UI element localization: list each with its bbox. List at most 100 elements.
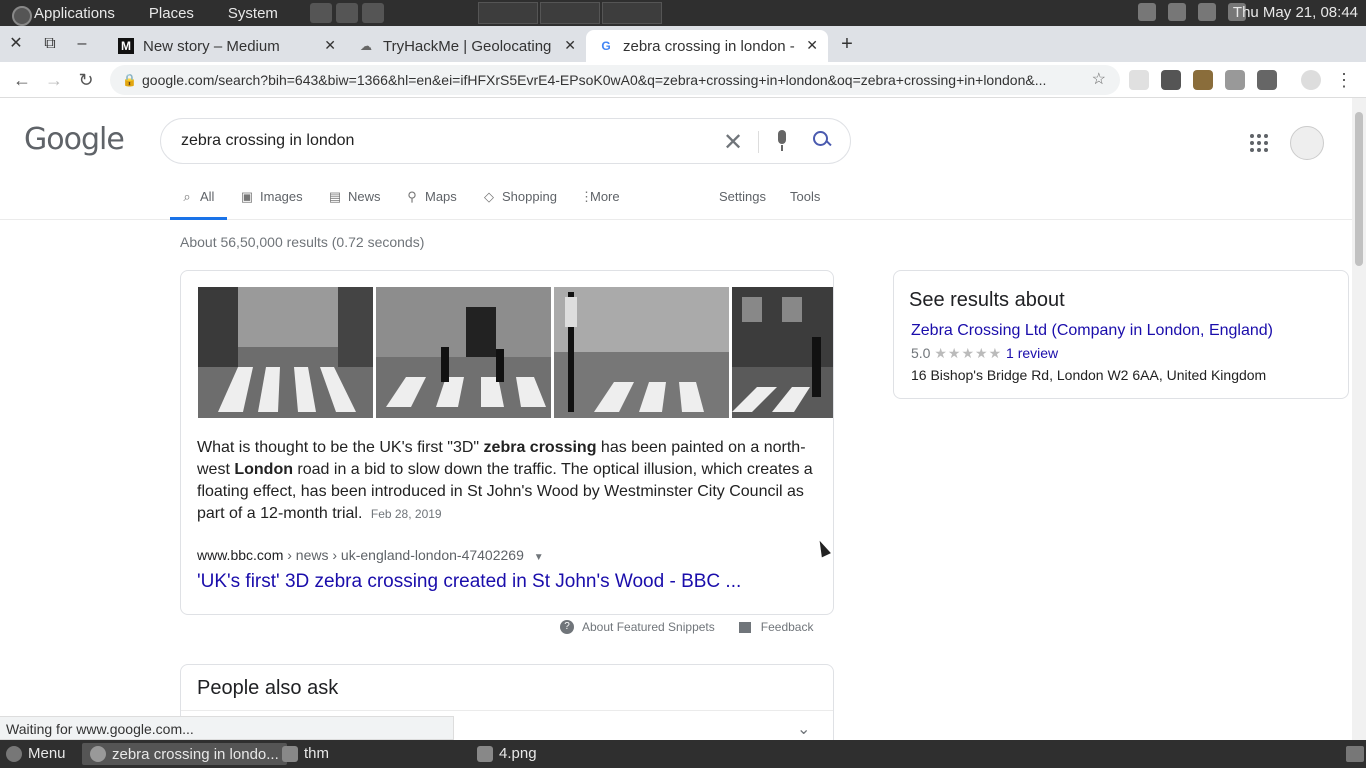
tab-label: Maps (425, 189, 457, 204)
volume-icon[interactable] (1168, 3, 1186, 21)
lock-icon[interactable]: 🔒 (122, 65, 137, 95)
tab-more[interactable]: ⋮ More (580, 189, 620, 204)
show-desktop-icon[interactable] (1346, 746, 1364, 762)
window-restore-icon[interactable]: ⧉ (40, 34, 60, 54)
text-editor-launcher-icon[interactable] (361, 3, 384, 23)
profile-avatar-icon[interactable] (1301, 70, 1321, 90)
metamask-extension-icon[interactable] (1193, 70, 1213, 90)
settings-link[interactable]: Settings (719, 189, 766, 204)
google-extension-icon[interactable] (1129, 70, 1149, 90)
rating-row: 5.0 ★★★★★ 1 review (911, 345, 1058, 362)
result-title-link[interactable]: 'UK's first' 3D zebra crossing created i… (197, 571, 741, 593)
snippet-image[interactable] (732, 287, 833, 418)
tab-images[interactable]: ▣ Images (240, 189, 303, 204)
system-menu[interactable]: System (206, 5, 278, 22)
search-icon[interactable] (813, 131, 831, 149)
snippet-text: What is thought to be the UK's first "3D… (197, 437, 823, 525)
window-close-icon[interactable]: ✕ (6, 34, 26, 54)
snippet-highlight: zebra crossing (483, 439, 597, 456)
map-pin-icon: ⚲ (407, 188, 417, 204)
taskbar-menu-button[interactable]: Menu (6, 745, 66, 762)
firefox-launcher-icon[interactable] (335, 3, 358, 23)
clear-search-icon[interactable]: ✕ (723, 128, 743, 157)
tab-label: More (590, 189, 620, 204)
extension-icon[interactable] (1225, 70, 1245, 90)
tab-google-search[interactable]: G zebra crossing in london - ✕ (586, 30, 828, 62)
back-arrow-icon[interactable]: ← (10, 68, 34, 92)
featured-snippet: What is thought to be the UK's first "3D… (180, 270, 834, 615)
clock[interactable]: Thu May 21, 08:44 (1233, 4, 1358, 21)
entity-link[interactable]: Zebra Crossing Ltd (Company in London, E… (911, 322, 1273, 340)
account-avatar[interactable] (1290, 126, 1324, 160)
snippet-text-part: What is thought to be the UK's first "3D… (197, 439, 484, 456)
tab-medium[interactable]: M New story – Medium ✕ (106, 30, 346, 62)
cloud-favicon-icon: ☁ (360, 39, 372, 53)
help-icon: ? (560, 620, 574, 634)
tab-close-icon[interactable]: ✕ (324, 37, 336, 54)
google-logo[interactable]: Google (24, 122, 125, 157)
memory-graph (539, 2, 600, 24)
tab-close-icon[interactable]: ✕ (564, 37, 576, 54)
image-icon: ▣ (240, 188, 254, 204)
search-input[interactable]: zebra crossing in london (181, 132, 354, 150)
abp-extension-icon[interactable] (1257, 70, 1277, 90)
tab-close-icon[interactable]: ✕ (806, 37, 818, 54)
taskbar-item-folder[interactable]: thm (282, 745, 329, 762)
tab-label: Shopping (502, 189, 557, 204)
chevron-down-icon[interactable]: ⌄ (797, 719, 810, 739)
star-rating-icon: ★★★★★ (934, 345, 1003, 361)
google-results-page: Google zebra crossing in london ✕ ⌕ All … (0, 98, 1352, 740)
bookmark-star-icon[interactable]: ☆ (1092, 65, 1106, 95)
network-graph (601, 2, 662, 24)
about-featured-snippets-link[interactable]: About Featured Snippets (582, 620, 715, 634)
taskbar-item-browser[interactable]: zebra crossing in londo... (82, 743, 287, 765)
tab-tryhackme[interactable]: ☁ TryHackMe | Geolocating ✕ (346, 30, 586, 62)
search-box[interactable]: zebra crossing in london ✕ (160, 118, 851, 164)
tools-link[interactable]: Tools (790, 189, 820, 204)
network-signal-icon[interactable] (1198, 3, 1216, 21)
chrome-icon (90, 746, 106, 762)
taskbar-item-image[interactable]: 4.png (477, 745, 537, 762)
window-minimize-icon[interactable]: – (72, 34, 92, 54)
new-tab-button[interactable]: + (837, 34, 857, 54)
snippet-image[interactable] (376, 287, 551, 418)
reload-icon[interactable]: ↻ (74, 68, 98, 92)
snippet-footer: ? About Featured Snippets Feedback (560, 620, 813, 634)
incognito-extension-icon[interactable] (1161, 70, 1181, 90)
search-icon: ⌕ (183, 188, 191, 204)
image-file-icon (477, 745, 493, 762)
divider (181, 710, 833, 711)
result-domain: www.bbc.com (197, 547, 284, 563)
microphone-icon[interactable] (775, 130, 789, 152)
snippet-image[interactable] (554, 287, 729, 418)
result-stats: About 56,50,000 results (0.72 seconds) (180, 234, 425, 250)
result-url[interactable]: www.bbc.com › news › uk-england-london-4… (197, 547, 544, 563)
cpu-graph (477, 2, 538, 24)
caret-down-icon[interactable]: ▼ (534, 552, 544, 563)
google-apps-icon[interactable] (1250, 134, 1268, 152)
reviews-link[interactable]: 1 review (1006, 345, 1058, 361)
terminal-launcher-icon[interactable] (309, 3, 332, 23)
places-menu[interactable]: Places (127, 5, 194, 22)
system-tray (1138, 3, 1246, 21)
tab-all[interactable]: ⌕ All (180, 189, 214, 204)
tab-shopping[interactable]: ◇ Shopping (482, 189, 557, 204)
tab-news[interactable]: ▤ News (328, 189, 381, 204)
taskbar-item-label: thm (304, 745, 330, 762)
tab-title: TryHackMe | Geolocating (383, 37, 552, 55)
address-bar[interactable]: 🔒 google.com/search?bih=643&biw=1366&hl=… (110, 65, 1120, 95)
entity-address: 16 Bishop's Bridge Rd, London W2 6AA, Un… (911, 367, 1267, 383)
tab-title: zebra crossing in london - (623, 37, 795, 55)
snippet-image[interactable] (198, 287, 373, 418)
feedback-link[interactable]: Feedback (761, 620, 814, 634)
applications-menu[interactable]: Applications (12, 5, 115, 26)
active-tab-indicator (170, 217, 227, 220)
people-also-ask-title: People also ask (197, 677, 339, 699)
forward-arrow-icon[interactable]: → (42, 68, 66, 92)
scrollbar-thumb[interactable] (1355, 112, 1363, 266)
tab-maps[interactable]: ⚲ Maps (405, 189, 457, 204)
url-text[interactable]: google.com/search?bih=643&biw=1366&hl=en… (142, 72, 1046, 88)
page-scrollbar[interactable] (1352, 98, 1366, 740)
bluetooth-icon[interactable] (1138, 3, 1156, 21)
browser-menu-icon[interactable]: ⋮ (1332, 68, 1356, 92)
